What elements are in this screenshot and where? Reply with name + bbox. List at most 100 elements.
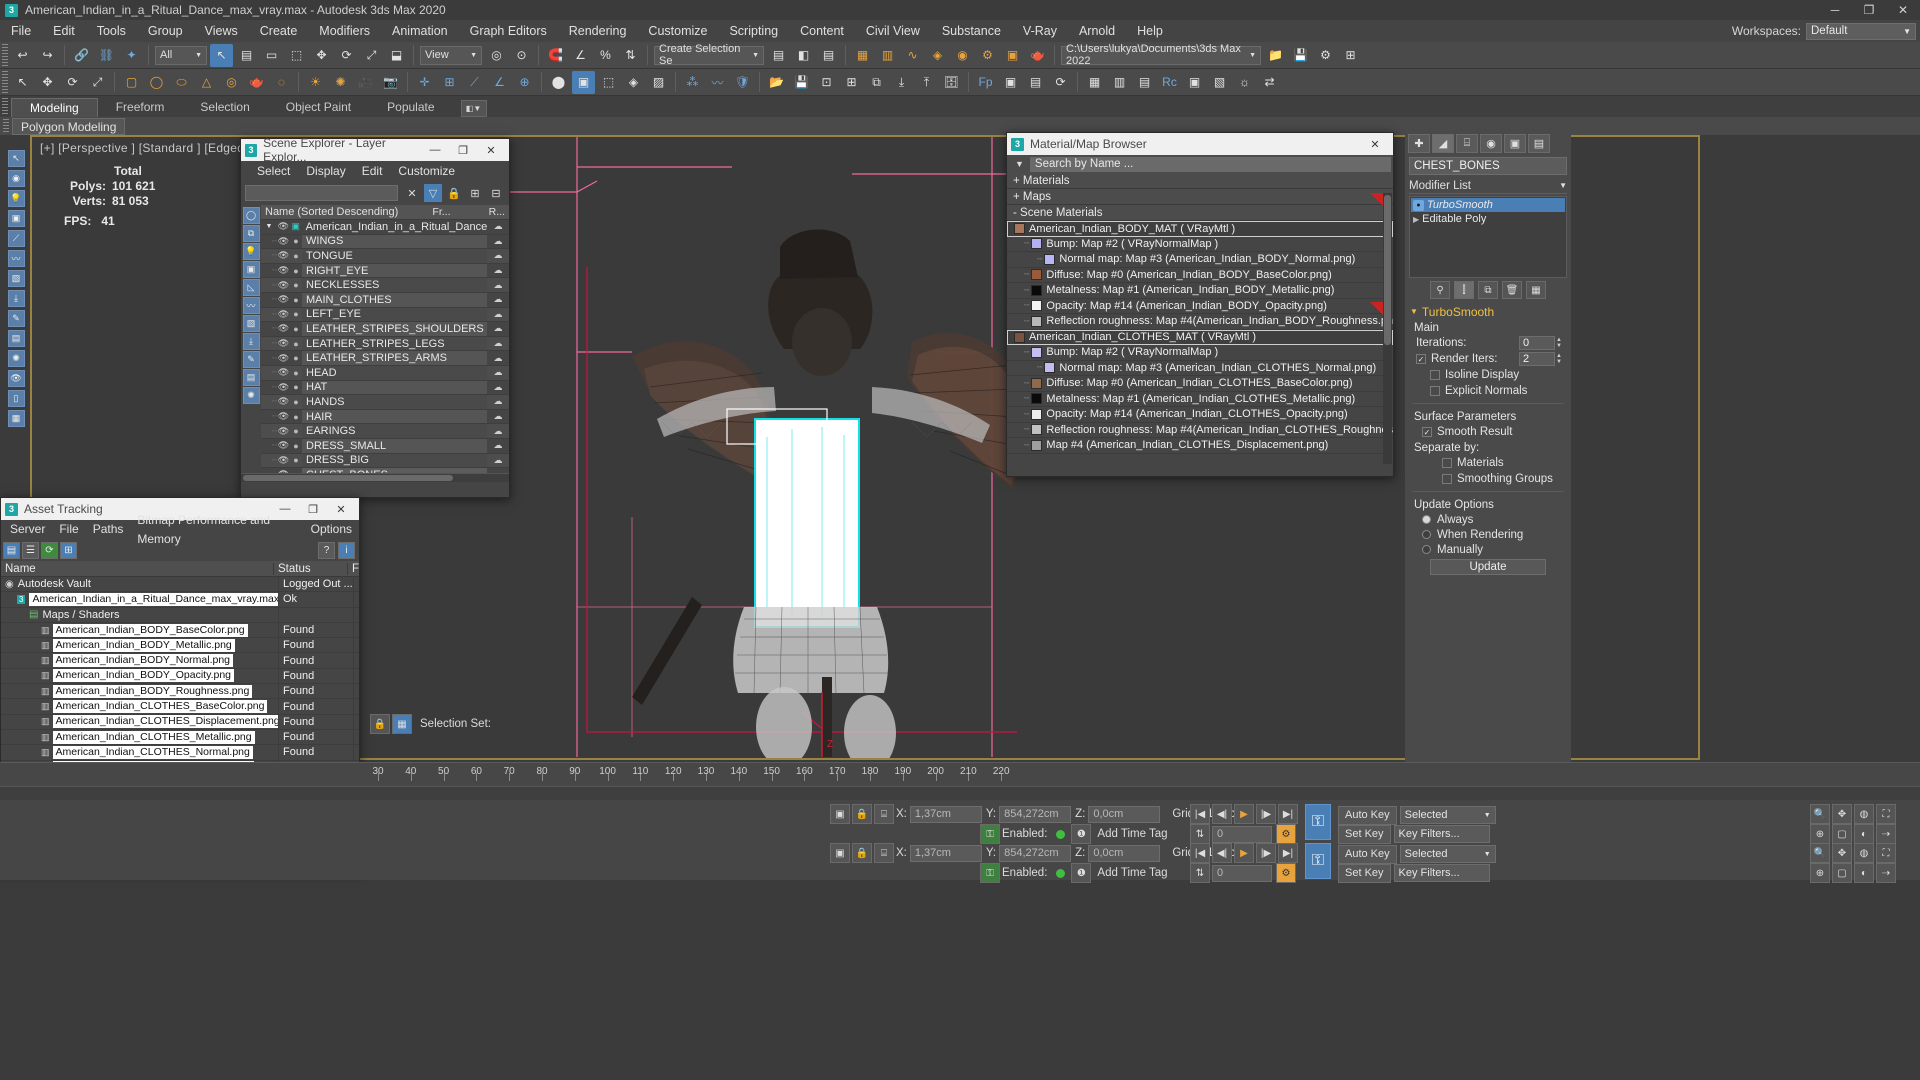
materials-row[interactable]: Materials [1408,455,1568,471]
vs-softsel-icon[interactable]: ◉ [7,170,25,187]
vs-box-icon[interactable]: ▤ [7,330,25,347]
visibility-eye-icon[interactable]: 👁 [277,440,290,451]
previous-frame-icon[interactable]: ◀| [1212,804,1232,824]
map-browser-icon[interactable]: ▣ [572,70,595,94]
map-swatch[interactable] [1031,393,1043,405]
go-to-end-icon-2[interactable]: ▶| [1278,843,1298,863]
teapot-icon[interactable]: 🫖 [245,71,268,94]
go-to-end-icon[interactable]: ▶| [1278,804,1298,824]
show-end-result-icon[interactable]: ⫿ [1454,281,1474,299]
visibility-eye-icon[interactable]: 👁 [277,280,290,291]
render-toggle-icon[interactable]: ☁ [487,280,509,291]
grid3-icon[interactable]: ▤ [1133,71,1156,94]
asset-row[interactable]: ◉ Autodesk Vault Logged Out ... [1,577,359,593]
render-toggle-icon[interactable]: ☁ [487,353,509,364]
ribbon-subtab-polygon-modeling[interactable]: Polygon Modeling [12,117,126,135]
select-move-icon[interactable]: ✥ [310,44,333,67]
expand-all-icon[interactable]: ⊞ [466,184,484,202]
scene-explorer-item[interactable]: ┈ 👁 ● LEATHER_STRIPES_LEGS ☁ [261,336,509,352]
map-swatch[interactable] [1031,315,1043,327]
xref-icon[interactable]: ⧉ [865,71,888,94]
render-toggle-icon[interactable]: ☁ [487,426,509,437]
scene-explorer-close[interactable]: ✕ [477,139,505,161]
menu-item-help[interactable]: Help [1126,20,1174,42]
ribbon-tab-freeform[interactable]: Freeform [98,98,183,117]
scene-explorer-window[interactable]: 3 Scene Explorer - Layer Explor... — ❐ ✕… [240,136,510,498]
ribbon-toggle-icon[interactable]: ▥ [876,44,899,67]
render-production-icon[interactable]: 🫖 [1026,44,1049,67]
torus-primitive-icon[interactable]: ◎ [220,71,243,94]
scene-explorer-item[interactable]: ┈ 👁 ● RIGHT_EYE ☁ [261,263,509,279]
se-menu-customize[interactable]: Customize [390,161,463,181]
asset-row[interactable]: ▥ American_Indian_BODY_Roughness.png Found [1,684,359,700]
visibility-eye-icon[interactable]: 👁 [277,411,290,422]
open-file-icon[interactable]: 📂 [765,71,788,94]
scene-explorer-item[interactable]: ┈ 👁 ● HANDS ☁ [261,395,509,410]
modifier-list-dropdown[interactable]: Modifier List ▼ [1409,178,1567,194]
maximize-button[interactable]: ❐ [1852,0,1886,20]
asset-tracking-rows[interactable]: ◉ Autodesk Vault Logged Out ... 3 American_I… [1,577,359,792]
scene-explorer-item[interactable]: ┈ 👁 ● DRESS_SMALL ☁ [261,438,509,454]
object-color-dot[interactable]: ● [290,353,302,363]
scene-converter-icon[interactable]: ⇄ [1258,71,1281,94]
expand-icon[interactable]: ⊞ [60,541,77,559]
material-editor-icon[interactable]: ◉ [951,44,974,67]
dummy-icon[interactable]: ⊞ [438,71,461,94]
object-color-dot[interactable]: ● [290,412,302,422]
render-toggle-icon[interactable]: ☁ [487,411,509,422]
spinner-icon[interactable]: ▲ ▼ [1556,353,1562,365]
move-tool-icon[interactable]: ✥ [36,71,59,94]
visibility-eye-icon[interactable]: 👁 [277,309,290,320]
vs-brush-icon[interactable]: ✎ [7,310,25,327]
visibility-eye-icon[interactable]: 👁 [277,353,290,364]
vs-shape-icon[interactable]: ▯ [7,390,25,407]
schematic-view-icon[interactable]: ◈ [926,44,949,67]
expand-arrow-icon[interactable]: ▼ [261,223,277,230]
update-manually-radio[interactable] [1422,545,1431,554]
render-setup-icon[interactable]: ⚙ [976,44,999,67]
tab-modify[interactable]: ◢ [1432,133,1454,153]
scene-explorer-titlebar[interactable]: 3 Scene Explorer - Layer Explor... — ❐ ✕ [241,136,509,164]
play-animation-icon-2[interactable]: ▶ [1234,843,1254,863]
asset-row[interactable]: ▥ American_Indian_BODY_Opacity.png Found [1,668,359,685]
update-always-radio[interactable] [1422,515,1431,524]
align-icon[interactable]: ▤ [817,44,840,67]
key-mode-icon[interactable]: ⌸ [874,804,894,824]
scene-explorer-column-header[interactable]: Name (Sorted Descending) Fr... R... [261,205,509,220]
render-toggle-icon[interactable]: ☁ [487,396,509,407]
object-color-dot[interactable]: ● [290,251,302,261]
update-button[interactable]: Update [1430,559,1546,575]
select-rotate-icon[interactable]: ⟳ [335,44,358,67]
asset-row[interactable]: ▥ American_Indian_BODY_Metallic.png Found [1,638,359,654]
toolbar-grip[interactable] [2,71,8,93]
render-toggle-icon[interactable]: ☁ [487,236,509,247]
ribbon-tab-populate[interactable]: Populate [369,98,452,117]
unlink-icon[interactable]: ⛓ [95,44,118,67]
menu-item-customize[interactable]: Customize [637,20,718,42]
vs-eye-icon[interactable]: 👁 [7,370,25,387]
scene-explorer-root-row[interactable]: ▼ 👁 ▣ American_Indian_in_a_Ritual_Dance ☁ [261,220,509,235]
tab-display[interactable]: ▣ [1504,133,1526,153]
visibility-eye-icon[interactable]: 👁 [277,338,290,349]
map-row[interactable]: ┈ Reflection roughness: Map #4(American_I… [1007,314,1393,330]
workspaces-select[interactable]: Default ▼ [1806,22,1916,40]
spinner-snap-icon[interactable]: ⇅ [619,44,642,67]
scene-explorer-item[interactable]: ┈ 👁 ● MAIN_CLOTHES ☁ [261,292,509,308]
map-row[interactable]: ┈ Diffuse: Map #0 (American_Indian_BODY_B… [1007,268,1393,283]
lock-icon-2[interactable]: 🔒 [852,843,872,863]
selection-filter-dropdown[interactable]: All ▼ [155,45,207,65]
se-side-icon-10[interactable]: ✺ [242,387,260,404]
at-menu-paths[interactable]: Paths [86,520,131,539]
ribbon-tab-object-paint[interactable]: Object Paint [268,98,369,117]
delete-modifier-icon[interactable]: 🗑 [1502,281,1522,299]
se-side-icon-4[interactable]: ◺ [242,279,260,296]
material-row[interactable]: American_Indian_BODY_MAT ( VRayMtl ) [1007,221,1393,237]
group-materials[interactable]: + Materials [1007,173,1393,189]
ribbon-grip[interactable] [2,98,8,116]
map-swatch[interactable] [1031,300,1043,312]
scene-explorer-item[interactable]: ┈ 👁 ● DRESS_BIG ☁ [261,453,509,469]
lightbulb-icon[interactable]: ● [1413,199,1424,211]
visibility-eye-icon[interactable]: 👁 [277,265,290,276]
edit-named-sets-icon[interactable]: ▤ [767,44,790,67]
undo-icon[interactable]: ↩ [11,44,34,67]
